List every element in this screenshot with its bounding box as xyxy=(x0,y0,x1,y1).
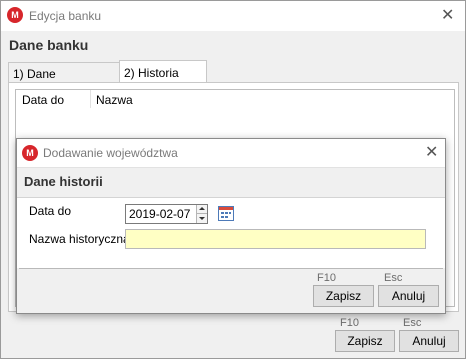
close-icon[interactable]: ✕ xyxy=(441,8,454,24)
dialog-save-button[interactable]: Zapisz xyxy=(313,285,374,307)
title-divider xyxy=(17,167,445,168)
grid-header-nazwa[interactable]: Nazwa xyxy=(91,90,451,108)
column-label: Nazwa xyxy=(96,93,133,107)
date-value: 2019-02-07 xyxy=(129,207,191,221)
close-icon[interactable]: ✕ xyxy=(425,145,438,161)
dialog-window: M Dodawanie województwa ✕ Dane historii … xyxy=(16,138,446,314)
date-field[interactable]: 2019-02-07 xyxy=(125,204,208,224)
dialog-form: Data do 2019-02-07 Nazwa historyczna xyxy=(17,198,445,268)
dialog-section-title: Dane historii xyxy=(24,174,103,189)
spin-up-icon[interactable] xyxy=(196,205,207,214)
date-label: Data do xyxy=(29,204,72,218)
app-logo-icon: M xyxy=(7,7,23,23)
tab-historia-nazw[interactable]: 2) Historia nazw xyxy=(119,60,207,94)
save-hint: F10 xyxy=(317,272,336,284)
outer-window-title: Edycja banku xyxy=(29,9,102,23)
spin-down-icon[interactable] xyxy=(196,214,207,223)
footer-divider xyxy=(19,268,443,269)
outer-save-button[interactable]: Zapisz xyxy=(335,330,395,352)
calendar-icon[interactable] xyxy=(218,206,234,221)
outer-section-title: Dane banku xyxy=(9,37,89,53)
name-input[interactable] xyxy=(125,229,426,249)
outer-section-header: Dane banku xyxy=(1,31,465,59)
dialog-titlebar: M Dodawanie województwa ✕ xyxy=(17,139,445,167)
cancel-hint: Esc xyxy=(384,272,403,284)
cancel-hint: Esc xyxy=(403,317,422,329)
outer-cancel-button[interactable]: Anuluj xyxy=(399,330,459,352)
outer-titlebar: M Edycja banku ✕ xyxy=(1,1,465,31)
grid-header-data-do[interactable]: Data do xyxy=(16,90,91,108)
tab-dane-podstawowe[interactable]: 1) Dane podstawowe xyxy=(8,62,120,95)
name-label: Nazwa historyczna xyxy=(29,232,130,246)
app-logo-icon: M xyxy=(22,145,38,161)
save-hint: F10 xyxy=(340,317,359,329)
column-label: Data do xyxy=(22,93,65,107)
dialog-cancel-button[interactable]: Anuluj xyxy=(378,285,439,307)
dialog-title: Dodawanie województwa xyxy=(43,146,178,160)
